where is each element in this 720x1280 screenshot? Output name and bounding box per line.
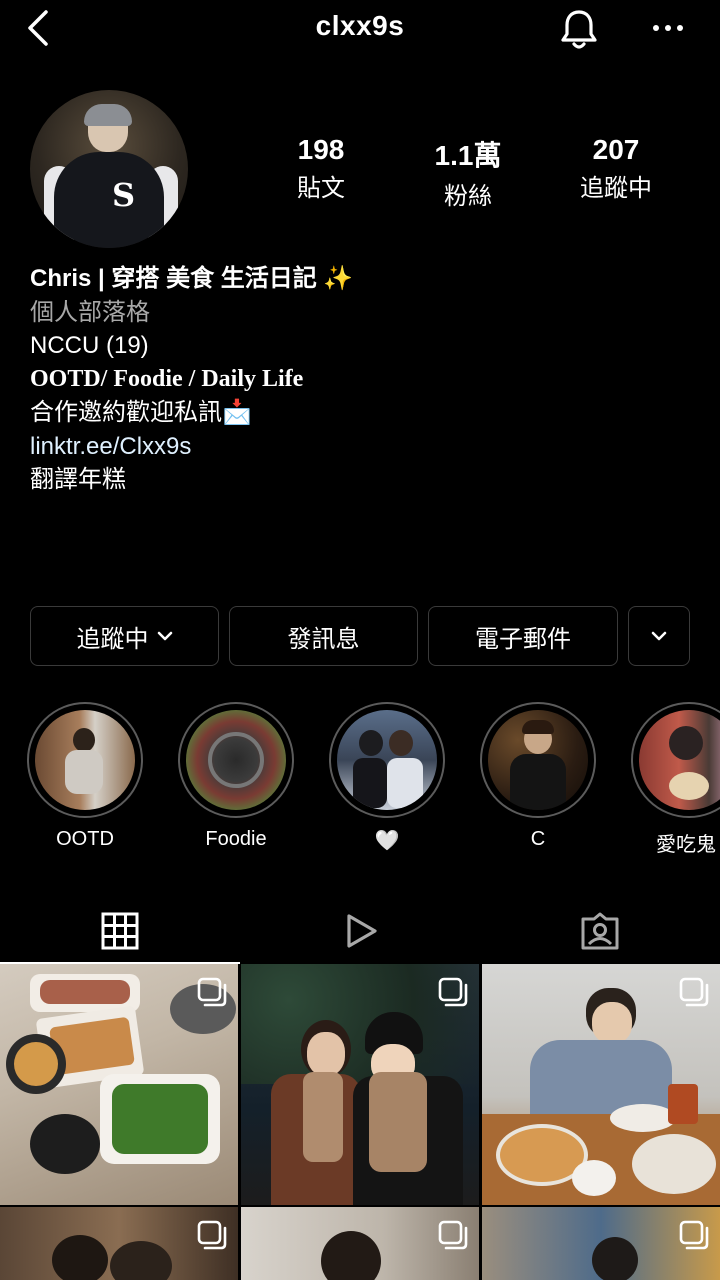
- message-button[interactable]: 發訊息: [229, 606, 418, 666]
- carousel-icon: [679, 977, 709, 1007]
- carousel-icon: [197, 977, 227, 1007]
- posts-stat[interactable]: 198 貼文: [246, 134, 396, 203]
- highlight-label: C: [530, 828, 546, 850]
- display-name: Chris | 穿搭 美食 生活日記 ✨: [30, 265, 354, 292]
- top-bar: clxx9s: [0, 0, 720, 60]
- post-thumbnail[interactable]: [0, 964, 238, 1205]
- highlight-foodlover[interactable]: 愛吃鬼: [630, 702, 720, 857]
- following-button[interactable]: 追蹤中: [30, 606, 219, 666]
- bio-line-school: NCCU (19): [30, 332, 149, 359]
- carousel-icon: [438, 977, 468, 1007]
- following-label: 追蹤中: [580, 175, 652, 202]
- highlight-label: 🤍: [374, 830, 400, 852]
- highlight-cover: [488, 710, 588, 810]
- highlight-c[interactable]: C: [479, 702, 597, 851]
- tab-tagged[interactable]: [480, 900, 720, 962]
- category-label: 個人部落格: [30, 298, 150, 326]
- grid-icon: [101, 912, 139, 950]
- followers-label: 粉絲: [444, 183, 492, 210]
- highlight-cover: [639, 710, 720, 810]
- highlight-foodie[interactable]: Foodie: [177, 702, 295, 851]
- tab-reels[interactable]: [240, 900, 480, 962]
- tab-posts-grid[interactable]: [0, 900, 240, 962]
- email-button[interactable]: 電子郵件: [428, 606, 618, 666]
- highlight-heart[interactable]: 🤍: [328, 702, 446, 853]
- highlight-label: 愛吃鬼: [656, 834, 716, 856]
- suggested-accounts-button[interactable]: [628, 606, 690, 666]
- posts-label: 貼文: [297, 175, 345, 202]
- highlight-cover: [186, 710, 286, 810]
- reels-icon: [347, 914, 377, 948]
- following-button-label: 追蹤中: [76, 625, 149, 653]
- post-thumbnail[interactable]: [241, 1207, 479, 1280]
- post-thumbnail[interactable]: [241, 964, 479, 1205]
- highlight-ootd[interactable]: OOTD: [26, 702, 144, 851]
- followers-count: 1.1萬: [434, 140, 502, 171]
- profile-bio: Chris | 穿搭 美食 生活日記 ✨ 個人部落格 NCCU (19) OOT…: [30, 262, 690, 497]
- chevron-down-icon: [157, 631, 172, 641]
- highlight-label: Foodie: [205, 828, 267, 850]
- post-thumbnail[interactable]: [482, 964, 720, 1205]
- post-thumbnail[interactable]: [482, 1207, 720, 1280]
- bio-line-collab: 合作邀約歡迎私訊📩: [30, 399, 252, 426]
- profile-avatar[interactable]: S: [30, 90, 188, 248]
- highlight-cover: [337, 710, 437, 810]
- bio-link[interactable]: linktr.ee/Clxx9s: [30, 430, 690, 464]
- bell-icon[interactable]: [556, 6, 602, 52]
- carousel-icon: [197, 1220, 227, 1250]
- posts-count: 198: [297, 134, 345, 165]
- followers-stat[interactable]: 1.1萬 粉絲: [393, 134, 543, 211]
- following-count: 207: [592, 134, 640, 165]
- chevron-down-icon: [651, 631, 667, 641]
- message-button-label: 發訊息: [287, 625, 360, 653]
- carousel-icon: [438, 1220, 468, 1250]
- more-icon[interactable]: [650, 10, 686, 46]
- highlight-label: OOTD: [56, 828, 114, 850]
- carousel-icon: [679, 1220, 709, 1250]
- email-button-label: 電子郵件: [475, 625, 571, 653]
- bio-line-tagline: OOTD/ Foodie / Daily Life: [30, 365, 304, 392]
- post-thumbnail[interactable]: [0, 1207, 238, 1280]
- profile-username: clxx9s: [315, 10, 405, 41]
- translate-link[interactable]: 翻譯年糕: [30, 463, 690, 497]
- following-stat[interactable]: 207 追蹤中: [541, 134, 691, 203]
- highlight-cover: [35, 710, 135, 810]
- tagged-icon: [581, 912, 619, 950]
